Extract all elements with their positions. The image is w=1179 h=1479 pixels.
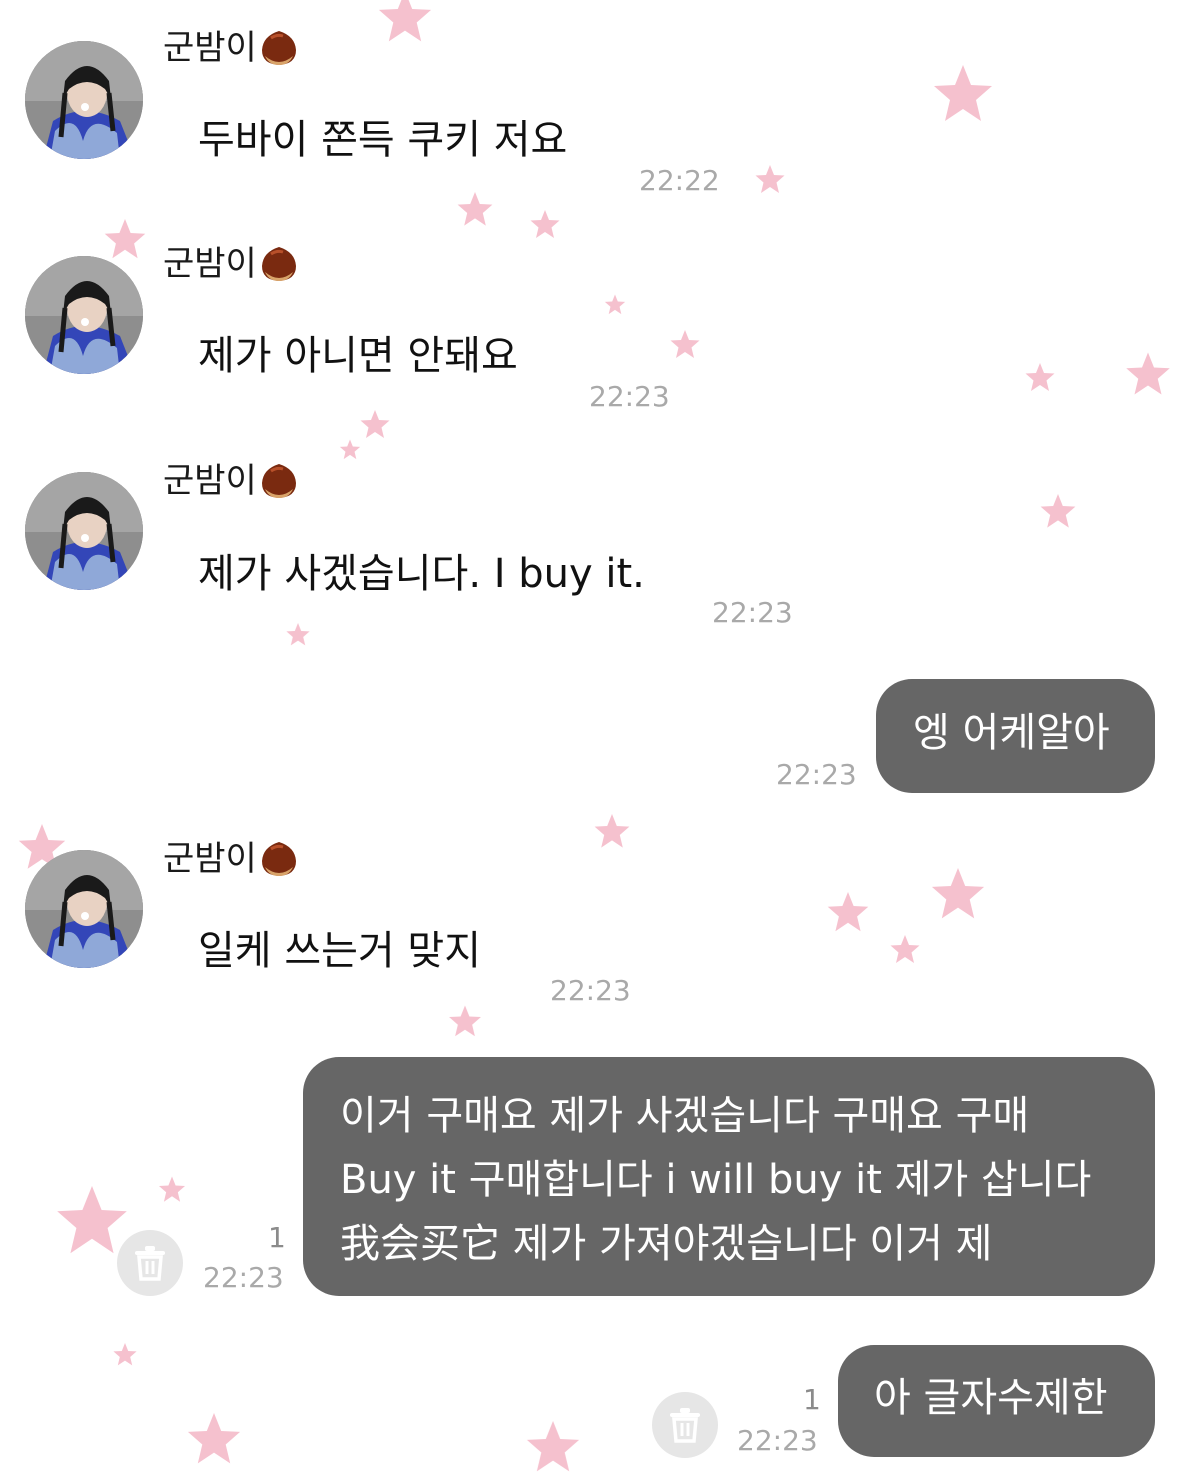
delete-pending-button[interactable]: [652, 1392, 718, 1458]
sender-name: 군밤이: [163, 461, 299, 501]
sender-name: 군밤이: [163, 244, 299, 284]
outgoing-message-bubble[interactable]: 엥 어케알아: [876, 679, 1155, 793]
trash-icon: [135, 1246, 165, 1281]
delete-pending-button[interactable]: [117, 1230, 183, 1296]
outgoing-message-line: Buy it 구매합니다 i will buy it 제가 삽니다: [340, 1157, 1092, 1203]
message-time: 22:23: [550, 974, 631, 1007]
message-time: 22:23: [203, 1261, 284, 1294]
outgoing-message-bubble[interactable]: 아 글자수제한: [838, 1345, 1155, 1457]
chestnut-emoji-icon: [261, 842, 296, 876]
profile-photo: [25, 472, 143, 590]
message-time: 22:22: [639, 164, 720, 197]
incoming-message-text: 일케 쓰는거 맞지: [198, 928, 482, 974]
chestnut-emoji-icon: [261, 464, 296, 498]
trash-icon: [670, 1408, 700, 1443]
message-time: 22:23: [589, 380, 670, 413]
outgoing-message-text: 아 글자수제한: [874, 1375, 1108, 1421]
message-time: 22:23: [776, 758, 857, 791]
sender-avatar[interactable]: [25, 472, 143, 590]
chestnut-emoji-icon: [261, 247, 296, 281]
message-time: 22:23: [712, 596, 793, 629]
unread-count: 1: [268, 1221, 286, 1254]
sender-name: 군밤이: [163, 839, 299, 879]
unread-count: 1: [803, 1383, 821, 1416]
profile-photo: [25, 256, 143, 374]
profile-photo: [25, 41, 143, 159]
sender-avatar[interactable]: [25, 41, 143, 159]
incoming-message-text: 제가 사겠습니다. I buy it.: [198, 551, 645, 597]
message-time: 22:23: [737, 1424, 818, 1457]
incoming-message-text: 두바이 쫀득 쿠키 저요: [198, 117, 568, 163]
outgoing-message-line: 我会买它 제가 가져야겠습니다 이거 제: [340, 1221, 993, 1267]
outgoing-message-line: 이거 구매요 제가 사겠습니다 구매요 구매: [340, 1093, 1030, 1139]
sender-avatar[interactable]: [25, 256, 143, 374]
incoming-message-text: 제가 아니면 안돼요: [198, 333, 518, 379]
outgoing-message-text: 엥 어케알아: [913, 710, 1110, 756]
sender-name: 군밤이: [163, 28, 299, 68]
outgoing-message-bubble[interactable]: 이거 구매요 제가 사겠습니다 구매요 구매 Buy it 구매합니다 i wi…: [303, 1057, 1155, 1296]
chestnut-emoji-icon: [261, 31, 296, 65]
sender-avatar[interactable]: [25, 850, 143, 968]
profile-photo: [25, 850, 143, 968]
